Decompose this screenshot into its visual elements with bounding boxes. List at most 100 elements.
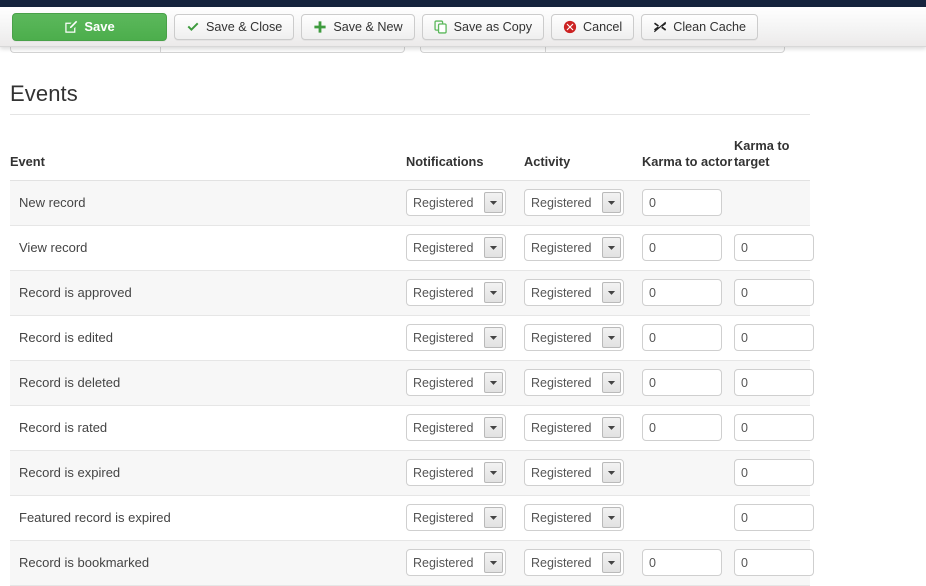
chevron-down-icon[interactable] [602,237,621,258]
column-header-activity: Activity [524,123,642,181]
activity-cell: Registered [524,180,642,226]
karma-to-actor-input[interactable] [642,234,722,261]
table-header-row: Event Notifications Activity Karma to ac… [10,123,810,181]
form-field-partial-1[interactable] [10,47,160,53]
save-new-button[interactable]: Save & New [301,13,415,40]
events-table: Event Notifications Activity Karma to ac… [10,123,814,586]
activity-select[interactable]: Registered [524,414,624,441]
chevron-down-icon[interactable] [602,417,621,438]
chevron-down-icon[interactable] [602,192,621,213]
activity-cell: Registered [524,270,642,316]
karma-to-target-input[interactable] [734,504,814,531]
chevron-down-icon[interactable] [484,462,503,483]
notifications-select-value: Registered [413,285,474,300]
event-name-cell: Record is approved [10,270,406,316]
activity-select[interactable]: Registered [524,234,624,261]
karma-to-target-cell [734,180,810,226]
karma-to-target-input[interactable] [734,414,814,441]
chevron-down-icon[interactable] [602,372,621,393]
notifications-select[interactable]: Registered [406,459,506,486]
chevron-down-icon[interactable] [484,372,503,393]
activity-select[interactable]: Registered [524,324,624,351]
notifications-select-value: Registered [413,465,474,480]
title-divider [10,114,810,115]
karma-to-target-input[interactable] [734,234,814,261]
chevron-down-icon[interactable] [602,507,621,528]
form-field-partial-2[interactable] [160,47,405,53]
karma-to-actor-cell [642,180,734,226]
activity-cell: Registered [524,495,642,541]
notifications-cell: Registered [406,180,524,226]
activity-select[interactable]: Registered [524,504,624,531]
chevron-down-icon[interactable] [484,282,503,303]
notifications-select[interactable]: Registered [406,279,506,306]
table-row: Record is edited Registered Registered [10,315,814,361]
notifications-select[interactable]: Registered [406,549,506,576]
activity-select-value: Registered [531,195,592,210]
activity-cell: Registered [524,540,642,586]
activity-select-value: Registered [531,465,592,480]
form-field-partial-4[interactable] [545,47,785,53]
clean-cache-button[interactable]: Clean Cache [641,13,759,40]
form-field-partial-3[interactable] [420,47,545,53]
karma-to-target-input[interactable] [734,324,814,351]
karma-to-actor-input[interactable] [642,279,722,306]
notifications-select[interactable]: Registered [406,504,506,531]
save-as-copy-button-label: Save as Copy [453,19,533,34]
activity-select-value: Registered [531,330,592,345]
notifications-select[interactable]: Registered [406,324,506,351]
activity-select[interactable]: Registered [524,279,624,306]
chevron-down-icon[interactable] [484,192,503,213]
notifications-select-value: Registered [413,555,474,570]
activity-cell: Registered [524,405,642,451]
notifications-select[interactable]: Registered [406,234,506,261]
save-new-button-label: Save & New [333,19,403,34]
chevron-down-icon[interactable] [484,507,503,528]
copy-icon [434,19,448,34]
column-header-karma-actor: Karma to actor [642,123,734,181]
karma-to-target-input[interactable] [734,459,814,486]
chevron-down-icon[interactable] [602,282,621,303]
save-button[interactable]: Save [12,12,167,41]
chevron-down-icon[interactable] [602,462,621,483]
activity-select[interactable]: Registered [524,549,624,576]
activity-select[interactable]: Registered [524,189,624,216]
karma-to-actor-input[interactable] [642,324,722,351]
page-title: Events [10,81,78,106]
karma-to-target-cell [734,450,814,496]
activity-select[interactable]: Registered [524,369,624,396]
notifications-select[interactable]: Registered [406,189,506,216]
chevron-down-icon[interactable] [602,552,621,573]
chevron-down-icon[interactable] [484,327,503,348]
chevron-down-icon[interactable] [602,327,621,348]
clean-cache-button-label: Clean Cache [673,19,747,34]
karma-to-target-cell [734,540,814,586]
event-name-cell: View record [10,225,406,271]
save-button-label: Save [84,19,115,34]
cut-off-form-fields-row [0,47,926,61]
chevron-down-icon[interactable] [484,552,503,573]
karma-to-target-input[interactable] [734,549,814,576]
karma-to-actor-cell [642,360,734,406]
chevron-down-icon[interactable] [484,417,503,438]
top-navigation-strip [0,0,926,7]
karma-to-actor-input[interactable] [642,189,722,216]
karma-to-target-cell [734,405,814,451]
karma-to-target-input[interactable] [734,369,814,396]
activity-select[interactable]: Registered [524,459,624,486]
cancel-button[interactable]: Cancel [551,13,635,40]
karma-to-actor-input[interactable] [642,549,722,576]
notifications-cell: Registered [406,405,524,451]
karma-to-target-input[interactable] [734,279,814,306]
karma-to-actor-input[interactable] [642,369,722,396]
chevron-down-icon[interactable] [484,237,503,258]
column-header-karma-target: Karma to target [734,123,810,181]
karma-to-actor-input[interactable] [642,414,722,441]
save-close-button-label: Save & Close [206,19,283,34]
save-close-button[interactable]: Save & Close [174,13,295,40]
save-as-copy-button[interactable]: Save as Copy [421,13,545,40]
karma-to-actor-cell [642,270,734,316]
karma-to-target-cell [734,225,814,271]
notifications-select[interactable]: Registered [406,414,506,441]
notifications-select[interactable]: Registered [406,369,506,396]
